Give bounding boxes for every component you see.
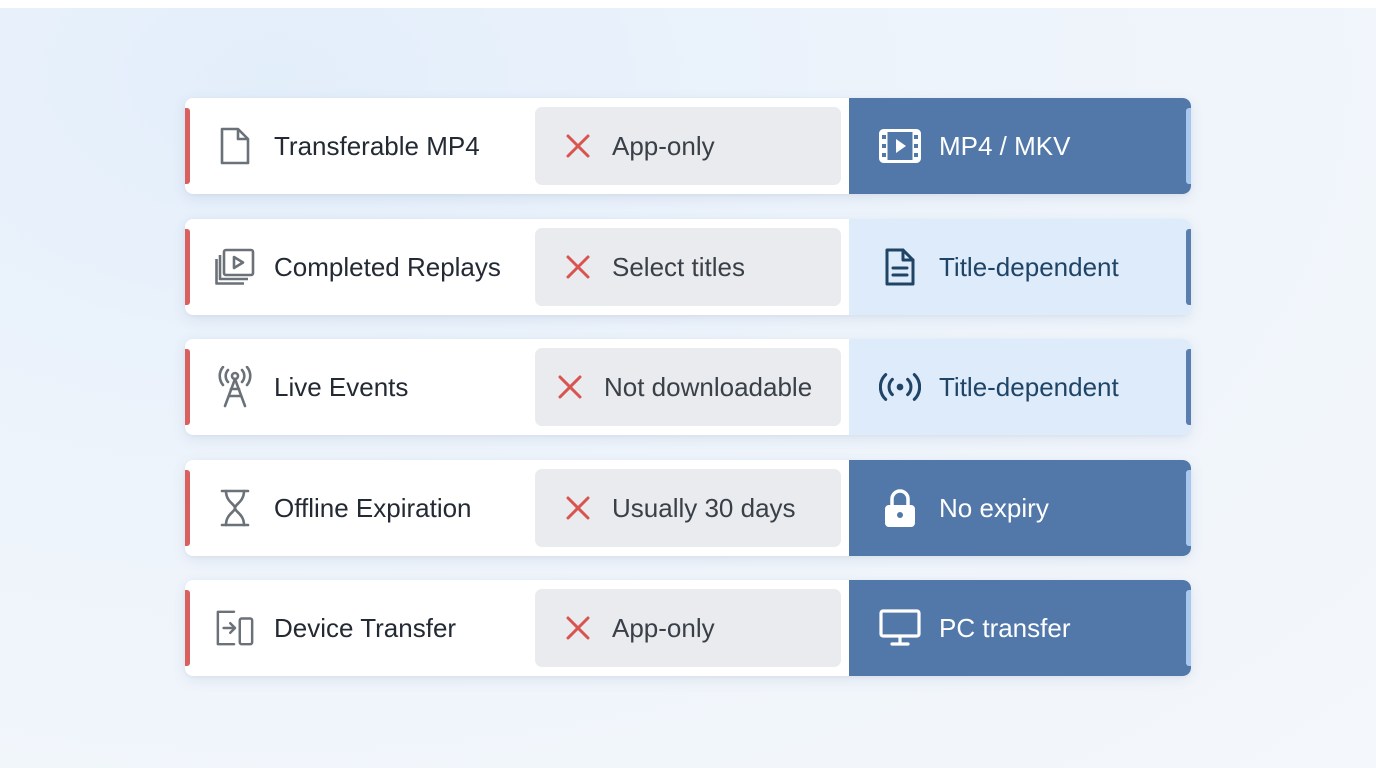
x-icon: [566, 616, 590, 640]
result-label: PC transfer: [939, 613, 1071, 643]
result-cell: Title-dependent: [849, 339, 1191, 435]
app-value-label: App-only: [612, 613, 715, 643]
comparison-row-live-events: Live Events Not downloadable Title-depen…: [185, 339, 1191, 435]
film-icon: [879, 125, 921, 167]
app-value-cell: Not downloadable: [535, 348, 841, 426]
feature-label: Device Transfer: [274, 613, 457, 643]
feature-cell: Transferable MP4: [185, 98, 535, 194]
positive-accent-bar: [1186, 590, 1191, 666]
x-icon: [566, 134, 590, 158]
positive-accent-bar: [1186, 349, 1191, 425]
app-value-label: App-only: [612, 131, 715, 161]
lock-icon: [879, 487, 921, 529]
result-cell: PC transfer: [849, 580, 1191, 676]
feature-cell: Offline Expiration: [185, 460, 535, 556]
device-transfer-icon: [215, 608, 255, 648]
monitor-icon: [879, 607, 921, 649]
feature-cell: Live Events: [185, 339, 535, 435]
app-value-label: Not downloadable: [604, 372, 813, 402]
top-band: [0, 0, 1376, 8]
result-cell: MP4 / MKV: [849, 98, 1191, 194]
positive-accent-bar: [1186, 228, 1191, 305]
app-value-cell: App-only: [535, 589, 841, 667]
app-value-label: Select titles: [612, 251, 745, 282]
result-label: Title-dependent: [939, 251, 1119, 282]
app-value-label: Usually 30 days: [612, 492, 796, 523]
comparison-row-offline-expiration: Offline Expiration Usually 30 days No ex…: [185, 459, 1191, 556]
result-label: Title-dependent: [939, 372, 1119, 402]
feature-cell: Completed Replays: [185, 219, 535, 315]
hourglass-icon: [215, 488, 255, 528]
replay-icon: [215, 247, 255, 287]
app-value-cell: Select titles: [535, 227, 841, 306]
result-label: No expiry: [939, 492, 1049, 523]
x-icon: [558, 375, 582, 399]
comparison-row-transferable-mp4: Transferable MP4 App-only MP4 / MKV: [185, 98, 1191, 194]
comparison-row-device-transfer: Device Transfer App-only PC transfer: [185, 580, 1191, 676]
result-cell: No expiry: [849, 459, 1191, 556]
feature-label: Live Events: [274, 372, 409, 402]
x-icon: [566, 255, 590, 278]
comparison-row-completed-replays: Completed Replays Select titles Title-de…: [185, 218, 1191, 315]
broadcast-icon: [879, 366, 921, 408]
result-label: MP4 / MKV: [939, 131, 1071, 161]
feature-label: Completed Replays: [274, 251, 501, 282]
feature-cell: Device Transfer: [185, 580, 535, 676]
result-cell: Title-dependent: [849, 218, 1191, 315]
feature-label: Transferable MP4: [274, 131, 480, 161]
positive-accent-bar: [1186, 469, 1191, 546]
antenna-icon: [215, 366, 255, 408]
feature-label: Offline Expiration: [274, 492, 472, 523]
file-icon: [215, 126, 255, 166]
comparison-table: Transferable MP4 App-only MP4 / MKV Comp…: [185, 98, 1191, 701]
x-icon: [566, 496, 590, 519]
document-icon: [879, 246, 921, 288]
positive-accent-bar: [1186, 108, 1191, 184]
app-value-cell: App-only: [535, 107, 841, 185]
app-value-cell: Usually 30 days: [535, 468, 841, 547]
